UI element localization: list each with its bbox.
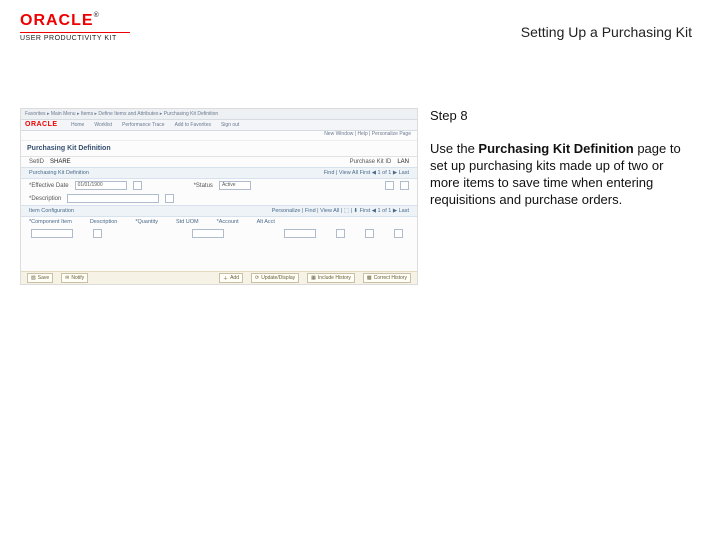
include-history-button[interactable]: ▦Include History: [307, 273, 355, 283]
grid-nav-1[interactable]: Find | View All First ◀ 1 of 1 ▶ Last: [324, 170, 409, 176]
save-button[interactable]: ▧Save: [27, 273, 53, 283]
page-footer: ▧Save ✉Notify ＋Add ⟳Update/Display ▦Incl…: [21, 271, 417, 284]
desc-label: *Description: [29, 196, 61, 202]
tab-add-fav[interactable]: Add to Favorites: [175, 122, 211, 128]
tab-signout[interactable]: Sign out: [221, 122, 239, 128]
kitid-label: Purchase Kit ID: [350, 159, 392, 165]
correct-history-button[interactable]: ▩Correct History: [363, 273, 411, 283]
add-row-icon[interactable]: [365, 229, 374, 238]
oracle-upk-logo: ORACLE® USER PRODUCTIVITY KIT: [20, 12, 130, 42]
user-links[interactable]: New Window | Help | Personalize Page: [21, 131, 417, 141]
lookup-icon[interactable]: [336, 229, 345, 238]
document-title: Setting Up a Purchasing Kit: [521, 24, 692, 40]
effdate-label: *Effective Date: [29, 183, 69, 189]
quantity-input[interactable]: [192, 229, 224, 238]
oracle-wordmark: ORACLE®: [20, 12, 130, 30]
status-label: *Status: [194, 183, 213, 189]
section-kit-def: Purchasing Kit Definition Find | View Al…: [21, 167, 417, 179]
grid-row: [21, 227, 417, 240]
save-icon: ▧: [31, 275, 36, 281]
notify-icon: ✉: [65, 275, 69, 281]
lookup-icon[interactable]: [93, 229, 102, 238]
add-button[interactable]: ＋Add: [219, 273, 243, 283]
notify-button[interactable]: ✉Notify: [61, 273, 88, 283]
logo-divider: [20, 32, 130, 33]
breadcrumb: Favorites ▸ Main Menu ▸ Items ▸ Define I…: [25, 111, 218, 117]
delete-row-icon[interactable]: [394, 229, 403, 238]
page-title: Purchasing Kit Definition: [21, 141, 417, 157]
calendar-icon[interactable]: [133, 181, 142, 190]
grid-nav-2[interactable]: Personalize | Find | View All | ⬚ | ⬇ Fi…: [272, 208, 409, 214]
kitid-value: LAN: [397, 159, 409, 165]
desc-expand-icon[interactable]: [165, 194, 174, 203]
history-icon: ▦: [311, 275, 316, 281]
breadcrumb-bar: Favorites ▸ Main Menu ▸ Items ▸ Define I…: [21, 109, 417, 120]
add-row-icon[interactable]: [385, 181, 394, 190]
setid-label: SetID: [29, 159, 44, 165]
tab-worklist[interactable]: Worklist: [94, 122, 112, 128]
setid-value: SHARE: [50, 159, 71, 165]
step-label: Step 8: [430, 108, 690, 125]
plus-icon: ＋: [223, 275, 228, 282]
tab-perf-trace[interactable]: Performance Trace: [122, 122, 165, 128]
tab-home[interactable]: Home: [71, 122, 84, 128]
upk-subtitle: USER PRODUCTIVITY KIT: [20, 35, 130, 42]
delete-row-icon[interactable]: [400, 181, 409, 190]
app-brand: ORACLE: [25, 121, 58, 128]
account-input[interactable]: [284, 229, 316, 238]
step-body: Use the Purchasing Kit Definition page t…: [430, 141, 690, 209]
grid-header: *Component Item Description *Quantity St…: [21, 217, 417, 227]
section-item-config: Item Configuration Personalize | Find | …: [21, 205, 417, 217]
refresh-icon: ⟳: [255, 275, 259, 281]
edit-icon: ▩: [367, 275, 372, 281]
instruction-panel: Step 8 Use the Purchasing Kit Definition…: [430, 108, 690, 224]
status-select[interactable]: Active: [219, 181, 251, 190]
global-tabs: Home Worklist Performance Trace Add to F…: [21, 120, 417, 131]
desc-input[interactable]: [67, 194, 159, 203]
app-screenshot: Favorites ▸ Main Menu ▸ Items ▸ Define I…: [20, 108, 418, 285]
update-display-button[interactable]: ⟳Update/Display: [251, 273, 299, 283]
effdate-input[interactable]: 01/01/1900: [75, 181, 127, 190]
component-item-input[interactable]: [31, 229, 73, 238]
